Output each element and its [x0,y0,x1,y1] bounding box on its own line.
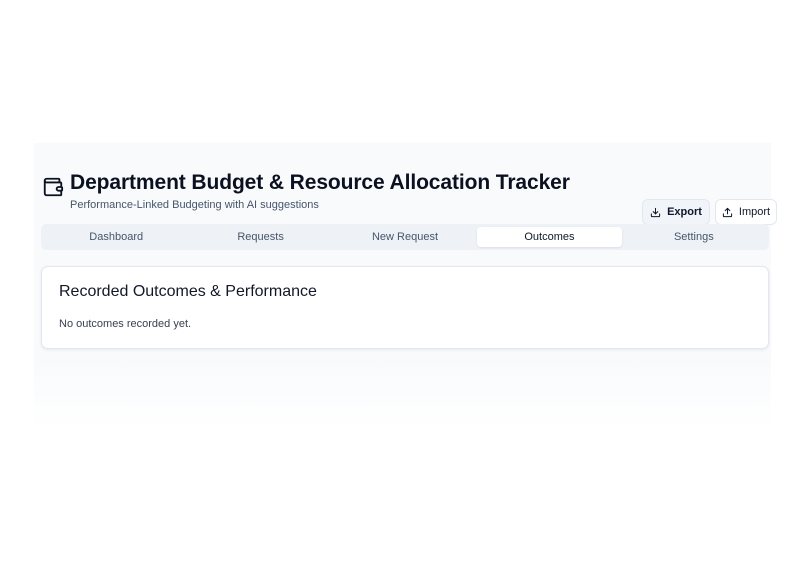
export-button[interactable]: Export [642,199,710,225]
outcomes-card: Recorded Outcomes & Performance No outco… [41,266,769,349]
page-title: Department Budget & Resource Allocation … [70,171,570,194]
tab-dashboard[interactable]: Dashboard [44,227,188,247]
page-subtitle: Performance-Linked Budgeting with AI sug… [70,199,319,211]
download-icon [650,207,661,217]
import-label: Import [738,206,771,218]
outcomes-empty-message: No outcomes recorded yet. [59,318,192,330]
tab-outcomes[interactable]: Outcomes [477,227,622,247]
upload-icon [722,207,733,217]
import-button[interactable]: Import [715,199,777,225]
tab-bar: Dashboard Requests New Request Outcomes … [41,224,769,250]
export-label: Export [667,206,702,218]
tab-requests[interactable]: Requests [188,227,332,247]
app-container: Department Budget & Resource Allocation … [34,143,777,429]
wallet-icon [43,177,64,197]
page-header: Department Budget & Resource Allocation … [42,169,777,225]
tab-settings[interactable]: Settings [622,227,766,247]
outcomes-title: Recorded Outcomes & Performance [59,283,317,300]
tab-new-request[interactable]: New Request [333,227,477,247]
